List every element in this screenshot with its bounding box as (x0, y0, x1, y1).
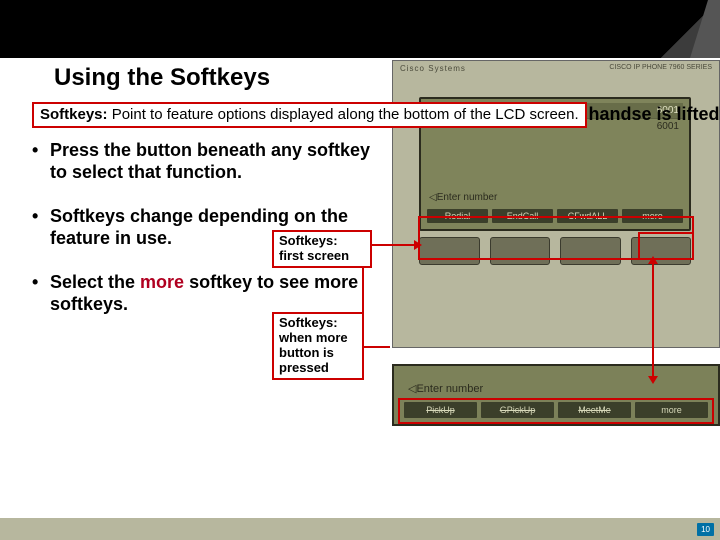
annotation-first-screen: Softkeys: first screen (272, 230, 372, 268)
arrow-icon (362, 268, 364, 348)
arrow-head-icon (648, 376, 658, 384)
bullet-list: Press the button beneath any softkey to … (32, 140, 372, 316)
definition-text: Point to feature options displayed along… (108, 106, 579, 123)
definition-callout: Softkeys: Point to feature options displ… (32, 102, 587, 128)
slide: Using the Softkeys Softkeys: Point to fe… (0, 0, 720, 540)
arrow-head-icon (414, 240, 422, 250)
phone-brand-left: Cisco Systems (400, 64, 466, 73)
arrow-head-icon (648, 256, 658, 264)
bullet-item: Select the more softkey to see more soft… (32, 272, 372, 316)
arrow-icon (652, 260, 654, 380)
bullet-emphasis: more (140, 272, 184, 292)
header-bar (0, 0, 720, 58)
annotation-more-pressed: Softkeys: when more button is pressed (272, 312, 364, 380)
definition-term: Softkeys: (40, 106, 108, 123)
lcd2-enter-prompt: ◁Enter number (408, 382, 483, 395)
bullet-text-pre: Select the (50, 272, 140, 292)
highlight-softkey-row-2 (398, 398, 714, 424)
page-number: 10 (697, 523, 714, 536)
arrow-icon (362, 346, 390, 348)
arrow-icon (372, 244, 418, 246)
bullet-item: Press the button beneath any softkey to … (32, 140, 372, 184)
header-accent (660, 0, 720, 58)
phone-brand-right: CISCO IP PHONE 7960 SERIES (609, 64, 712, 71)
footer-bar: 10 (0, 518, 720, 540)
highlight-more-key (638, 232, 694, 260)
lcd-enter-prompt: ◁Enter number (429, 192, 497, 203)
